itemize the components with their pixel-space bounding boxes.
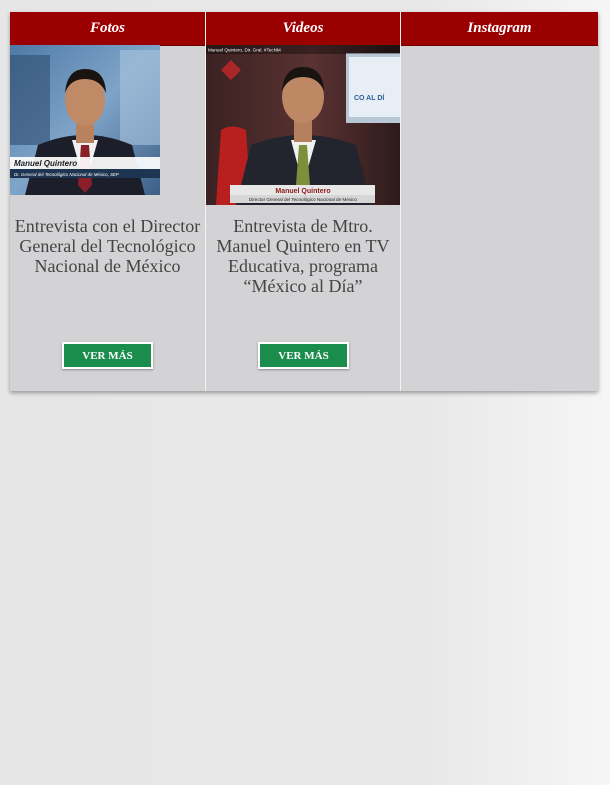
videos-ver-mas-button[interactable]: VER MÁS (258, 342, 349, 369)
fotos-thumb-title: Dr. General del Tecnológico Nacional de … (14, 172, 119, 177)
media-panel: Fotos Manuel Quintero Dr. General del Te… (10, 12, 598, 391)
videos-header[interactable]: Videos (206, 12, 400, 46)
videos-column: Videos CO AL DÍ Manuel Quintero, Dir. Gr… (205, 12, 401, 391)
fotos-thumbnail[interactable]: Manuel Quintero Dr. General del Tecnológ… (10, 45, 160, 195)
fotos-ver-mas-button[interactable]: VER MÁS (62, 342, 153, 369)
tv-interview-image: CO AL DÍ Manuel Quintero, Dir. Gral. #Te… (206, 45, 401, 205)
videos-thumb-name: Manuel Quintero (275, 188, 330, 195)
fotos-column: Fotos Manuel Quintero Dr. General del Te… (10, 12, 205, 391)
fotos-thumb-name: Manuel Quintero (14, 159, 77, 168)
videos-thumb-title: Director General del Tecnológico Naciona… (249, 197, 357, 202)
videos-thumb-top-text: Manuel Quintero, Dir. Gral. #TecNM (208, 48, 281, 53)
fotos-header[interactable]: Fotos (10, 12, 205, 46)
fotos-caption: Entrevista con el Director General del T… (14, 216, 201, 276)
videos-thumbnail[interactable]: CO AL DÍ Manuel Quintero, Dir. Gral. #Te… (206, 45, 401, 205)
svg-text:CO AL DÍ: CO AL DÍ (354, 93, 385, 102)
interview-photo-image: Manuel Quintero Dr. General del Tecnológ… (10, 45, 160, 195)
instagram-header[interactable]: Instagram (401, 12, 598, 46)
instagram-column: Instagram (400, 12, 598, 391)
videos-caption: Entrevista de Mtro. Manuel Quintero en T… (216, 216, 390, 296)
